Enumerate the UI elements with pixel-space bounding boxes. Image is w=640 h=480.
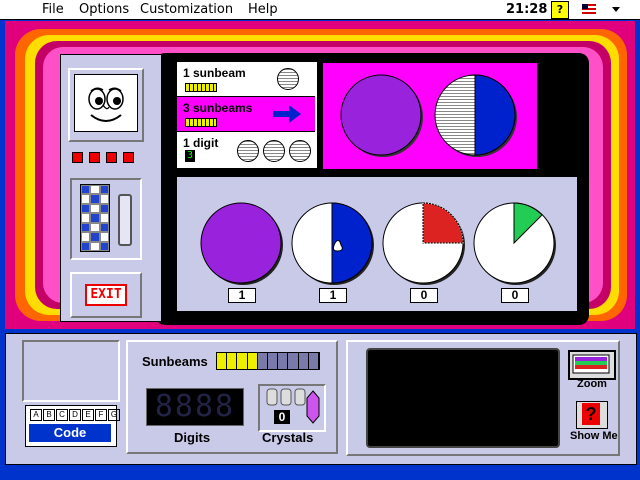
question-icon: ?	[582, 403, 600, 425]
preview-screen	[366, 348, 560, 448]
indicator-light	[89, 152, 100, 163]
sunbeam-info-panel: 1 sunbeam 3 sunbeams 1 digit 3	[176, 61, 318, 169]
flag-icon[interactable]	[582, 4, 596, 14]
sunbeam-bar	[185, 83, 217, 92]
sunbeam-label: 1 sunbeam	[183, 66, 246, 80]
code-letter: G	[108, 409, 120, 421]
info-row-sunbeams: 3 sunbeams	[177, 97, 315, 132]
striped-circle-icon	[263, 140, 285, 162]
pie-count: 0	[501, 288, 529, 303]
digit-value: 3	[185, 150, 195, 162]
slider-slot[interactable]	[118, 194, 132, 246]
indicator-light	[123, 152, 134, 163]
pie-count: 0	[410, 288, 438, 303]
pattern-grid	[80, 184, 110, 252]
exit-button[interactable]: EXIT	[85, 284, 127, 306]
chevron-down-icon[interactable]	[612, 7, 620, 16]
exit-panel: EXIT	[70, 272, 142, 318]
code-letter: A	[30, 409, 42, 421]
striped-circle-icon	[289, 140, 311, 162]
zoom-button[interactable]	[568, 350, 616, 380]
crystal-icon	[306, 390, 320, 424]
code-letter: B	[43, 409, 55, 421]
menubar-clock: 21:28	[506, 2, 548, 17]
code-letter: F	[95, 409, 107, 421]
pattern-grid-panel	[70, 178, 142, 260]
crystals-label: Crystals	[262, 430, 314, 445]
help-icon[interactable]: ?	[551, 1, 569, 19]
info-row-digit: 1 digit 3	[177, 132, 315, 166]
target-pie-full	[340, 74, 422, 156]
striped-circle-icon	[237, 140, 259, 162]
striped-circle-icon	[277, 68, 299, 90]
target-pies	[340, 74, 517, 157]
indicator-lights	[72, 150, 140, 168]
empty-slot-panel	[22, 340, 120, 402]
digit-label: 1 digit	[183, 136, 219, 150]
code-letter: D	[69, 409, 81, 421]
menu-bar: File Options Customization Help 21:28 ?	[0, 0, 640, 20]
menu-help[interactable]: Help	[248, 2, 278, 17]
right-arrow-icon	[273, 105, 301, 123]
target-pies-panel	[322, 62, 538, 170]
menu-options[interactable]: Options	[79, 2, 129, 17]
code-letter: C	[56, 409, 68, 421]
sunbeams-label: Sunbeams	[142, 354, 208, 369]
robot-face-monitor	[68, 68, 144, 142]
menu-file[interactable]: File	[42, 2, 64, 17]
show-me-label: Show Me	[570, 430, 618, 442]
code-label: Code	[29, 424, 111, 442]
robot-face-icon	[74, 74, 138, 132]
info-row-sunbeam: 1 sunbeam	[177, 62, 315, 97]
code-letters: A B C D E F G	[30, 409, 120, 421]
crystals-panel	[258, 384, 326, 432]
crystal-count: 0	[274, 410, 290, 424]
digits-display: 8888	[146, 388, 244, 426]
digits-label: Digits	[174, 430, 211, 445]
sunbeams-label: 3 sunbeams	[183, 101, 253, 115]
sunbeam-bar	[185, 118, 217, 127]
sunbeams-meter	[216, 352, 320, 370]
pie-1[interactable]	[200, 202, 282, 284]
zoom-icon	[572, 354, 610, 374]
indicator-light	[72, 152, 83, 163]
pie-count: 1	[319, 288, 347, 303]
code-button[interactable]: A B C D E F G Code	[25, 405, 120, 447]
show-me-button[interactable]: ?	[576, 401, 608, 429]
code-letter: E	[82, 409, 94, 421]
indicator-light	[106, 152, 117, 163]
crystal-slots-icon	[266, 388, 306, 406]
zoom-label: Zoom	[577, 378, 607, 390]
menu-customization[interactable]: Customization	[140, 2, 233, 17]
pie-count: 1	[228, 288, 256, 303]
